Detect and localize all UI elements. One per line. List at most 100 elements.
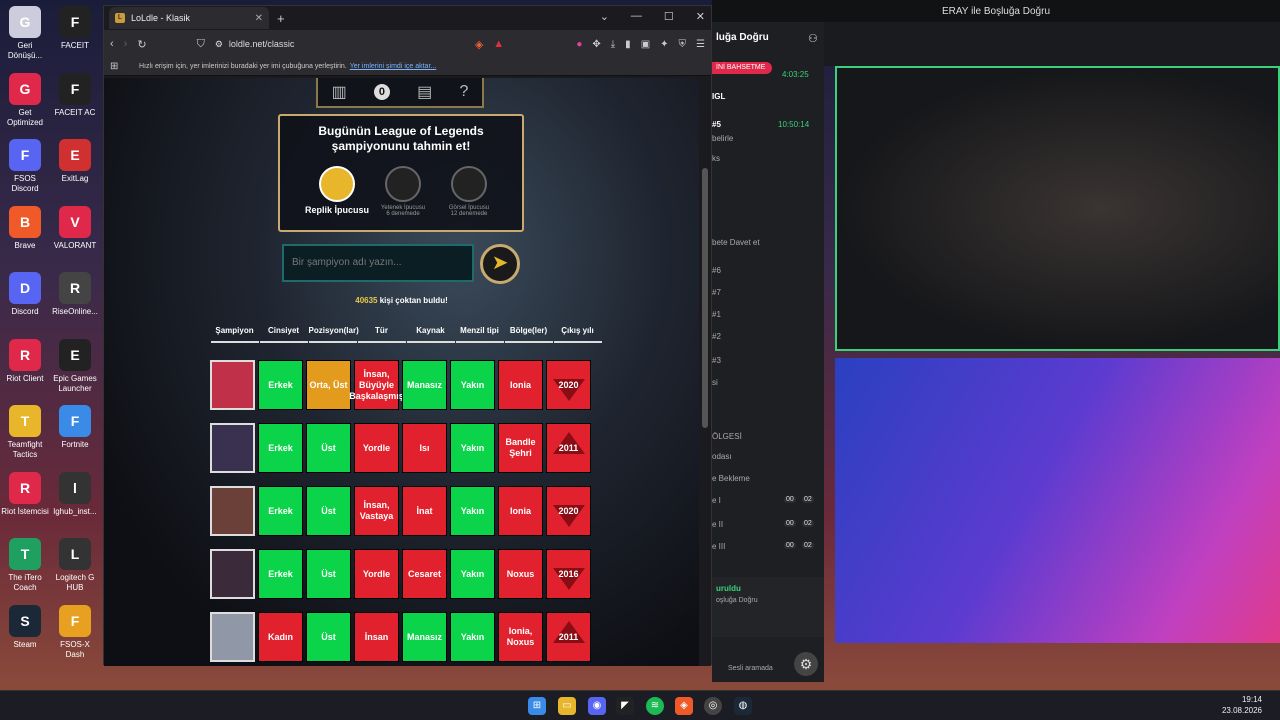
cell-text: 2011 — [558, 631, 579, 642]
channel-item[interactable]: #7 — [712, 288, 721, 297]
quote-hint[interactable]: Replik İpucusu — [302, 166, 372, 215]
extensions-icon[interactable]: ✥ — [592, 39, 600, 50]
visual-hint[interactable]: Görsel İpucusu 12 denemede — [434, 166, 504, 217]
import-bookmarks-link[interactable]: Yer imlerini şimdi içe aktar... — [350, 63, 437, 70]
table-row: Kadın Üst İnsan Manasız Yakın Ionia, Noxus 201… — [210, 612, 594, 662]
desktop-icon-5[interactable]: E Epic Games Launcher — [50, 338, 100, 394]
channel-item[interactable]: ÖLGESİ — [712, 432, 742, 441]
prompt-title: Bugünün League of Legends şampiyonunu ta… — [318, 124, 484, 153]
leo-icon[interactable]: ✦ — [660, 39, 668, 50]
attribute-cell: Cesaret — [402, 549, 447, 599]
champion-search-input[interactable]: Bir şampiyon adı yazın... — [282, 244, 474, 282]
add-friend-icon[interactable]: ⚇ — [808, 32, 818, 45]
loldle-page: ▥ 0 ▤ ? Bugünün League of Legends şampiy… — [104, 78, 699, 666]
year-cell-down-arrow: 2020 — [546, 360, 591, 410]
app-icon: S — [9, 604, 41, 637]
menu-icon[interactable]: ☰ — [696, 39, 705, 50]
cell-text: Yakın — [460, 568, 485, 579]
desktop-icon-6[interactable]: F Fortnite — [50, 405, 100, 450]
channel-item[interactable]: #5 — [712, 120, 721, 129]
tab-title: LoLdle - Klasik — [131, 13, 191, 23]
brave-shield-icon[interactable]: ◈ — [475, 38, 483, 51]
close-tab-icon[interactable]: ✕ — [255, 13, 263, 24]
channel-item[interactable]: #2 — [712, 332, 721, 341]
channel-item[interactable]: bete Davet et — [712, 238, 760, 247]
channel-item[interactable]: belirle — [712, 134, 733, 143]
channel-item[interactable]: e I — [712, 496, 721, 505]
app-icon: l — [59, 471, 91, 504]
stats-icon[interactable]: ▥ — [332, 82, 347, 102]
file-explorer-icon[interactable]: ▭ — [558, 697, 576, 715]
channel-item[interactable]: si — [712, 378, 718, 387]
desktop-icon-4[interactable]: R RiseOnline... — [50, 272, 100, 317]
changelog-icon[interactable]: ▤ — [417, 82, 432, 102]
channel-item[interactable]: e II — [712, 520, 723, 529]
clock[interactable]: 19:14 23.08.2026 — [1222, 694, 1262, 716]
desktop-icon-1[interactable]: F FACEIT AC — [50, 72, 100, 118]
desktop-icon-3[interactable]: B Brave — [0, 205, 50, 251]
desktop-icon-4[interactable]: D Discord — [0, 272, 50, 317]
submit-guess-button[interactable]: ➤ — [480, 244, 520, 284]
faceit-taskbar-icon[interactable]: ◤ — [616, 697, 634, 715]
desktop-icon-8[interactable]: T The iTero Coach — [0, 538, 50, 593]
brave-taskbar-icon[interactable]: ◈ — [675, 697, 693, 715]
minimize-button[interactable]: — — [631, 10, 642, 23]
url-field[interactable]: ⚙ loldle.net/classic — [215, 34, 465, 54]
desktop-icon-8[interactable]: L Logitech G HUB — [50, 538, 100, 593]
apps-grid-icon[interactable]: ⊞ — [110, 61, 118, 72]
channel-item[interactable]: #6 — [712, 266, 721, 275]
new-tab-button[interactable]: + — [277, 11, 285, 26]
desktop-icon-7[interactable]: l lghub_inst... — [50, 471, 100, 517]
bookmark-icon[interactable]: ⛉ — [197, 38, 205, 51]
close-window-button[interactable]: ✕ — [696, 10, 705, 23]
extension-icon[interactable]: ● — [576, 39, 582, 50]
desktop-icon-0[interactable]: F FACEIT — [50, 6, 100, 51]
channel-item[interactable]: e Bekleme — [712, 474, 750, 483]
settings-gear-icon[interactable]: ⚙ — [794, 652, 818, 676]
desktop-icon-7[interactable]: R Riot İstemcisi — [0, 471, 50, 517]
desktop-icon-6[interactable]: T Teamfight Tactics — [0, 405, 50, 460]
back-icon[interactable]: ‹ — [110, 38, 114, 50]
spotify-icon[interactable]: ≋ — [646, 697, 664, 715]
channel-item[interactable]: ks — [712, 154, 720, 163]
desktop-icon-9[interactable]: F FSOS-X Dash — [50, 604, 100, 660]
start-icon[interactable]: ⊞ — [528, 697, 546, 715]
discord-taskbar-icon[interactable]: ◉ — [588, 697, 606, 715]
app-icon: R — [59, 272, 91, 304]
desktop-icon-2[interactable]: F FSOS Discord — [0, 139, 50, 194]
desktop-icon-3[interactable]: V VALORANT — [50, 205, 100, 251]
app-icon: F — [59, 604, 91, 637]
cell-text: Yakın — [460, 379, 485, 390]
tab-loldle[interactable]: L LoLdle - Klasik ✕ — [109, 7, 269, 29]
obs-icon[interactable]: ◎ — [704, 697, 722, 715]
desktop-icon-2[interactable]: E ExitLag — [50, 139, 100, 184]
cell-text: Ionia — [509, 505, 531, 516]
channel-header: luğa Doğru — [716, 32, 769, 43]
forward-icon[interactable]: › — [124, 38, 128, 50]
brave-rewards-icon[interactable]: ▲ — [493, 38, 504, 50]
desktop-icon-9[interactable]: S Steam — [0, 604, 50, 650]
reload-icon[interactable]: ↻ — [137, 38, 146, 51]
channel-item[interactable]: #1 — [712, 310, 721, 319]
cell-text: Orta, Üst — [309, 379, 348, 390]
ability-hint[interactable]: Yetenek İpucusu 6 denemede — [368, 166, 438, 217]
help-icon[interactable]: ? — [459, 83, 468, 101]
download-icon[interactable]: ⤓ — [611, 39, 615, 50]
attribute-cell: Yakın — [450, 423, 495, 473]
maximize-button[interactable]: ☐ — [664, 10, 674, 23]
wallet-icon[interactable]: ▣ — [641, 39, 650, 50]
vpn-icon[interactable]: ⛨ — [679, 39, 687, 50]
sidebar-icon[interactable]: ▮ — [625, 39, 631, 50]
scrollbar-thumb[interactable] — [702, 168, 708, 428]
desktop-icon-1[interactable]: G Get Optimized — [0, 72, 50, 128]
scrollbar[interactable] — [699, 78, 711, 666]
desktop-icon-label: Geri Dönüşü... — [7, 41, 43, 60]
steam-taskbar-icon[interactable]: ◍ — [734, 697, 752, 715]
channel-item[interactable]: e III — [712, 542, 725, 551]
tab-list-icon[interactable]: ⌄ — [600, 10, 609, 23]
channel-item[interactable]: #3 — [712, 356, 721, 365]
desktop-icon-5[interactable]: R Riot Client — [0, 338, 50, 384]
channel-item[interactable]: IGL — [712, 92, 725, 101]
desktop-icon-0[interactable]: G Geri Dönüşü... — [0, 6, 50, 61]
channel-item[interactable]: odası — [712, 452, 732, 461]
